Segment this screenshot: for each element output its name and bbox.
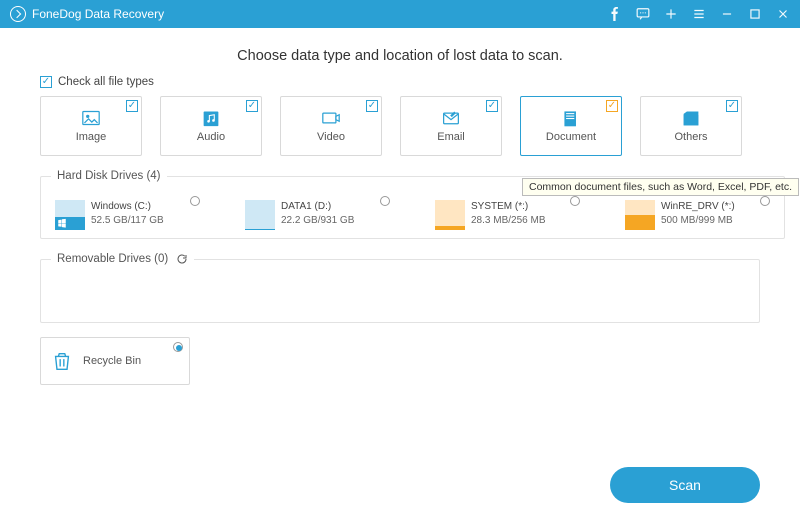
type-checkbox[interactable] [366,100,378,112]
scan-button[interactable]: Scan [610,467,760,503]
drive-info: Windows (C:)52.5 GB/117 GB [91,200,164,230]
type-checkbox[interactable] [726,100,738,112]
recycle-bin-card[interactable]: Recycle Bin [40,337,190,385]
drive-item[interactable]: WinRE_DRV (*:)500 MB/999 MB [625,200,770,230]
recycle-radio[interactable] [173,342,183,352]
type-card-others[interactable]: Others [640,96,742,156]
document-tooltip: Common document files, such as Word, Exc… [522,178,799,196]
type-label: Audio [197,131,225,143]
plus-icon[interactable] [664,7,678,21]
page-heading: Choose data type and location of lost da… [40,40,760,76]
type-checkbox[interactable] [486,100,498,112]
drive-radio[interactable] [570,196,580,206]
title-controls [608,7,790,21]
feedback-icon[interactable] [636,7,650,21]
drive-item[interactable]: SYSTEM (*:)28.3 MB/256 MB [435,200,580,230]
drive-info: SYSTEM (*:)28.3 MB/256 MB [471,200,545,230]
windows-icon [57,218,67,228]
drive-radio[interactable] [380,196,390,206]
trash-icon [51,349,73,373]
type-label: Document [546,131,596,143]
type-checkbox[interactable] [606,100,618,112]
menu-icon[interactable] [692,7,706,21]
maximize-icon[interactable] [748,7,762,21]
file-type-row: Image Audio Video Email Document Others [40,96,760,156]
drive-item[interactable]: Windows (C:)52.5 GB/117 GB [55,200,200,230]
removable-legend: Removable Drives (0) [51,253,194,265]
type-card-document[interactable]: Document [520,96,622,156]
drive-usage-bar [245,200,275,230]
app-title: FoneDog Data Recovery [32,7,164,21]
drive-usage-bar [435,200,465,230]
check-all-checkbox[interactable] [40,76,52,88]
drive-radio[interactable] [760,196,770,206]
type-label: Email [437,131,465,143]
recycle-label: Recycle Bin [83,355,141,367]
app-logo-icon [10,6,26,22]
minimize-icon[interactable] [720,7,734,21]
type-checkbox[interactable] [246,100,258,112]
type-card-image[interactable]: Image [40,96,142,156]
audio-icon [200,109,222,127]
drive-usage-bar [55,200,85,230]
removable-legend-text: Removable Drives (0) [57,253,168,265]
type-label: Image [76,131,107,143]
drive-info: DATA1 (D:)22.2 GB/931 GB [281,200,354,230]
close-icon[interactable] [776,7,790,21]
email-icon [440,109,462,127]
facebook-icon[interactable] [608,7,622,21]
drive-item[interactable]: DATA1 (D:)22.2 GB/931 GB [245,200,390,230]
video-icon [320,109,342,127]
hard-disk-legend: Hard Disk Drives (4) [51,170,167,182]
check-all-label: Check all file types [58,76,154,88]
image-icon [80,109,102,127]
type-label: Video [317,131,345,143]
drive-radio[interactable] [190,196,200,206]
removable-group: Removable Drives (0) [40,253,760,323]
document-icon [560,109,582,127]
main-content: Choose data type and location of lost da… [0,28,800,385]
type-label: Others [674,131,707,143]
title-left: FoneDog Data Recovery [10,6,164,22]
type-card-audio[interactable]: Audio [160,96,262,156]
type-card-video[interactable]: Video [280,96,382,156]
type-card-email[interactable]: Email [400,96,502,156]
check-all-row[interactable]: Check all file types [40,76,760,88]
drive-usage-bar [625,200,655,230]
refresh-icon[interactable] [176,253,188,265]
type-checkbox[interactable] [126,100,138,112]
titlebar: FoneDog Data Recovery [0,0,800,28]
hard-disk-drives: Windows (C:)52.5 GB/117 GB DATA1 (D:)22.2… [51,194,774,230]
others-icon [680,109,702,127]
drive-info: WinRE_DRV (*:)500 MB/999 MB [661,200,735,230]
